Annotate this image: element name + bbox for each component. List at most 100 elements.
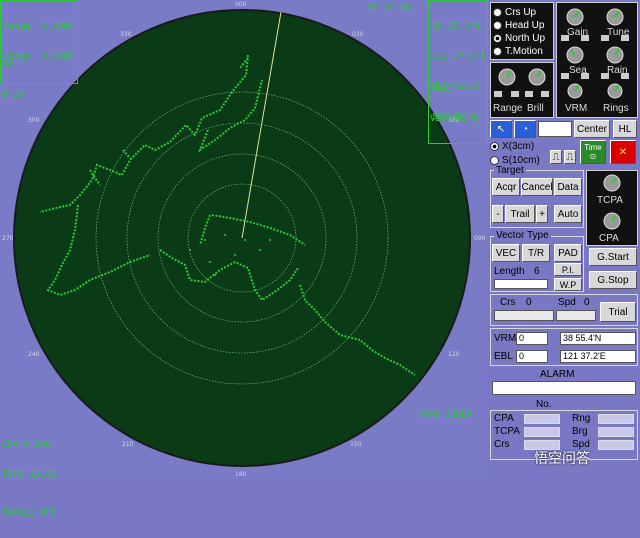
radio-icon[interactable] [493, 33, 502, 43]
clock: 03:42:06 [368, 3, 412, 13]
lat-field: 38 55.4'N [560, 332, 636, 345]
sea-label: Sea [569, 65, 587, 76]
tcpa-text: TCPA 12.00 [2, 470, 57, 480]
trial-crs-value: 0 [526, 297, 532, 308]
para-index: PARA INDEX [418, 410, 473, 420]
bearing-240: 240 [28, 351, 40, 358]
lon-field: 121 37.2'E [560, 350, 636, 363]
trail-button[interactable]: Trail [505, 205, 535, 223]
band-x[interactable]: X(3cm) [490, 141, 534, 152]
hl-button[interactable]: HL [613, 120, 637, 138]
bearing-270: 270 [2, 235, 14, 242]
vrm-field[interactable]: 0 [516, 332, 548, 345]
knob-array[interactable] [557, 3, 637, 117]
rng-data-field [598, 414, 634, 424]
mode-group: Crs Up Head Up North Up T.Motion [490, 2, 554, 60]
clock-icon[interactable]: ◔ [514, 120, 536, 138]
motion-mode: RM [2, 60, 13, 70]
trial-spd-value: 0 [584, 297, 590, 308]
cpa-knob-block: TCPA CPA [586, 170, 638, 246]
bearing-330: 330 [120, 31, 132, 38]
bearing-120: 120 [448, 351, 460, 358]
clock-face-icon: ⊙ [589, 152, 597, 161]
brg-data-field [598, 427, 634, 437]
pi-button[interactable]: P.I. [554, 263, 582, 276]
cpa-label: CPA [599, 233, 619, 244]
center-button[interactable]: Center [574, 120, 610, 138]
time-button[interactable]: Time ⊙ [580, 140, 606, 164]
alarm-field [492, 381, 636, 395]
length-value: 6 [534, 266, 540, 277]
alarm-label: ALARM [540, 369, 575, 380]
band-x-label: X(3cm) [502, 141, 535, 152]
control-panel: Crs Up Head Up North Up T.Motion Gain Tu… [488, 0, 640, 480]
acqr-button[interactable]: Acqr [492, 178, 520, 196]
tune-label: Tune [607, 27, 630, 38]
ebl-label: EBL [494, 351, 513, 362]
tcpa-data-field [524, 427, 560, 437]
trial-button[interactable]: Trial [600, 302, 636, 322]
orientation-mode: N Up [2, 90, 24, 100]
vectors-text: VECTORS 6 [430, 114, 479, 124]
bearing-090: 090 [474, 235, 486, 242]
tcpa-data-label: TCPA [494, 426, 520, 437]
tcpa-label: TCPA [597, 195, 623, 206]
mode-crs-up[interactable]: Crs Up [493, 6, 551, 19]
auto-button[interactable]: Auto [554, 205, 582, 223]
cpa-data-label: CPA [494, 413, 514, 424]
latitude-text: 38 55.4'N [432, 22, 481, 32]
pulse-short-icon[interactable]: ⎍ [550, 150, 562, 164]
rings-label: Rings [603, 103, 629, 114]
gain-label: Gain [567, 27, 589, 38]
mode-text: RM N Up [2, 40, 24, 120]
pad-button[interactable]: PAD [554, 244, 582, 262]
guard-stop-button[interactable]: G.Stop [589, 271, 637, 289]
bearing-030: 030 [352, 31, 364, 38]
radio-icon[interactable] [493, 46, 502, 56]
bearing-000: 000 [235, 1, 247, 8]
time-label: Time [584, 143, 602, 152]
bearing-210: 210 [122, 441, 134, 448]
vrm-label: VRM [565, 103, 588, 114]
tr-button[interactable]: T/R [522, 244, 550, 262]
radar-display: 000 030 060 090 120 150 180 210 240 270 … [0, 0, 488, 518]
trial-crs-slider[interactable] [494, 310, 554, 321]
data-button[interactable]: Data [554, 178, 582, 196]
length-slider[interactable] [494, 279, 548, 289]
cancel-button[interactable]: Cancel [521, 178, 553, 196]
rng-data-label: Rng [572, 413, 591, 424]
mode-north-up[interactable]: North Up [493, 32, 551, 45]
vector-info: TRUE VECTORS 6 [430, 64, 479, 144]
length-label: Length [494, 266, 525, 277]
knob-block-upper: Gain Tune Sea Rain VRM Rings [556, 2, 638, 118]
vec-button[interactable]: VEC [492, 244, 520, 262]
longitude-text: 121 37.2'E [432, 52, 487, 62]
wp-button[interactable]: W.P [554, 278, 582, 291]
trial-spd-slider[interactable] [556, 310, 596, 321]
trail-mode: TRUE [430, 84, 452, 94]
pulse-long-icon[interactable]: ⎍ [564, 150, 576, 164]
radio-icon[interactable] [493, 7, 502, 17]
trail-minus-button[interactable]: - [492, 205, 504, 223]
knob-block-left: Range Brill [490, 62, 554, 118]
brill-label: Brill [527, 103, 544, 114]
ebl-field[interactable]: 0 [516, 350, 548, 363]
bearing-180: 180 [235, 471, 247, 478]
trial-crs-label: Crs [500, 297, 516, 308]
trail-plus-button[interactable]: + [536, 205, 548, 223]
range-label: Range [493, 103, 523, 114]
guard-start-button[interactable]: G.Start [589, 248, 637, 266]
range-text: Range 1.00NM [4, 22, 75, 32]
speaker-mute-icon[interactable]: ✕ [610, 140, 636, 164]
radio-icon[interactable] [490, 141, 499, 151]
status-field[interactable] [538, 121, 572, 137]
crs-data-label: Crs [494, 439, 510, 450]
radio-icon[interactable] [493, 20, 502, 30]
cursor-icon[interactable]: ↖ [490, 120, 512, 138]
mode-head-up[interactable]: Head Up [493, 19, 551, 32]
trial-spd-label: Spd [558, 297, 576, 308]
mode-true-motion[interactable]: T.Motion [493, 45, 551, 58]
spd-data-field [598, 440, 634, 450]
watermark: 悟空问答 [534, 451, 590, 467]
radio-icon[interactable] [490, 155, 499, 165]
